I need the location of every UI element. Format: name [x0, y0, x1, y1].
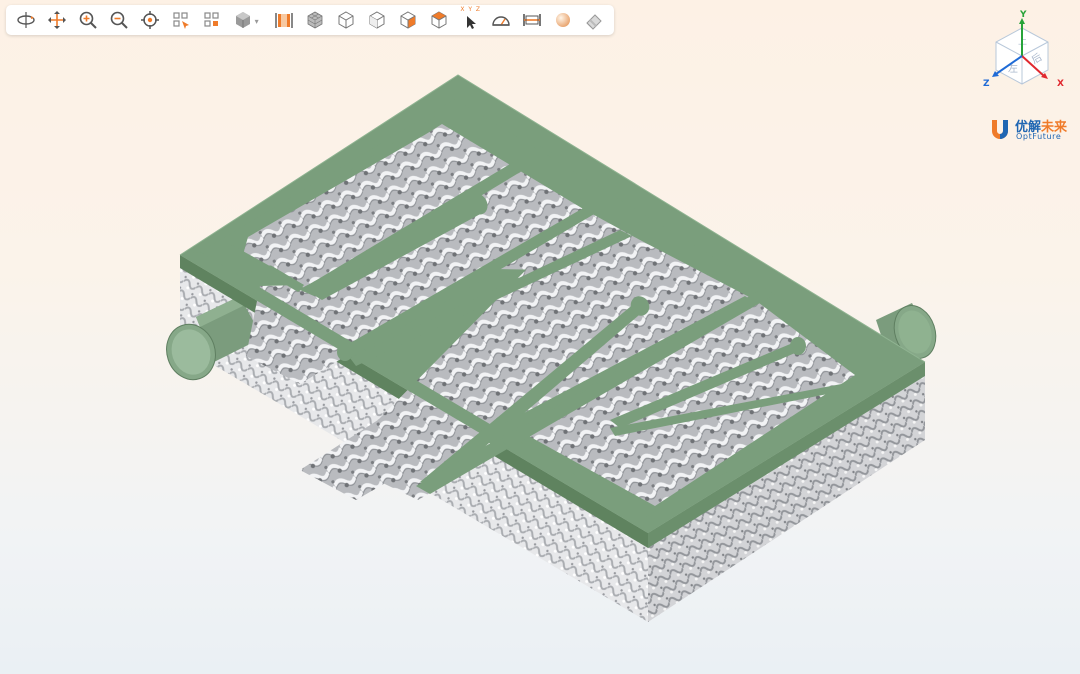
- logo-u-icon: [992, 120, 1008, 139]
- zoom-in-button[interactable]: [74, 7, 103, 33]
- material-button[interactable]: [548, 7, 577, 33]
- cube-back-icon: [369, 11, 385, 29]
- cube-dropdown-icon: [236, 12, 251, 28]
- section-plane-icon: [275, 13, 293, 28]
- view-top-button[interactable]: [424, 7, 453, 33]
- view-front-button[interactable]: [332, 7, 361, 33]
- logo-english-text: OptFuture: [1016, 132, 1062, 141]
- zoom-out-button[interactable]: [105, 7, 134, 33]
- zoom-window-button[interactable]: [167, 7, 196, 33]
- axis-z-label: Z: [983, 79, 990, 89]
- cube-right-icon: [400, 11, 416, 29]
- measure-angle-button[interactable]: [486, 7, 515, 33]
- zoom-out-icon: [111, 11, 129, 29]
- axis-x-label: X: [1057, 79, 1064, 89]
- pick-label: X Y Z: [460, 6, 482, 13]
- target-icon: [141, 11, 160, 29]
- view-right-button[interactable]: [393, 7, 422, 33]
- axis-y-label: Y: [1020, 10, 1027, 20]
- focus-button[interactable]: [136, 7, 165, 33]
- eraser-icon: [585, 14, 602, 30]
- zoom-fit-button[interactable]: [198, 7, 227, 33]
- mesh-cube-icon: [307, 11, 323, 29]
- toolbar: ▾ X Y Z: [6, 5, 614, 35]
- view-back-button[interactable]: [362, 7, 391, 33]
- view-iso-button[interactable]: [301, 7, 330, 33]
- xyz-pointer-icon: [466, 16, 476, 29]
- chevron-down-icon: ▾: [254, 17, 259, 26]
- brand-logo: 优解未来 OptFuture: [990, 116, 1074, 144]
- zoom-window-icon: [173, 12, 190, 29]
- zoom-in-icon: [80, 11, 98, 29]
- heat-exchanger-model[interactable]: [0, 0, 1080, 674]
- eraser-button[interactable]: [579, 7, 608, 33]
- pick-point-button[interactable]: X Y Z: [455, 6, 484, 33]
- measure-distance-button[interactable]: [517, 7, 546, 33]
- 3d-viewport[interactable]: ▾ X Y Z 后 左 Y X Z 优解未来 OptFuture: [0, 0, 1080, 674]
- protractor-icon: [492, 16, 510, 26]
- rotate-icon: [17, 12, 36, 28]
- cube-top-icon: [431, 11, 447, 29]
- pan-button[interactable]: [43, 7, 72, 33]
- pan-icon: [48, 11, 67, 29]
- cube-front-icon: [338, 11, 354, 29]
- zoom-fit-icon: [204, 12, 219, 27]
- ruler-icon: [522, 14, 541, 26]
- view-cube[interactable]: 后 左 上 Y X Z: [982, 10, 1072, 102]
- view-mode-dropdown[interactable]: ▾: [229, 7, 259, 33]
- section-button[interactable]: [270, 7, 299, 33]
- rotate-button[interactable]: [12, 7, 41, 33]
- sphere-icon: [555, 13, 570, 27]
